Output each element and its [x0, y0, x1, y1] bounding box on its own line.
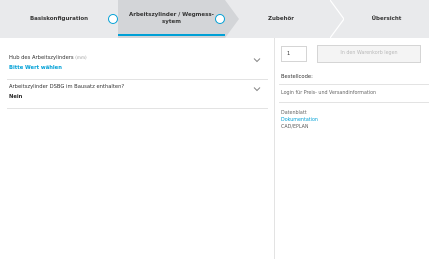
cad-eplan-link[interactable]: CAD/EPLAN — [281, 124, 318, 131]
order-code-label: Bestellcode: — [281, 74, 313, 80]
order-panel: 1 In den Warenkorb legen Bestellcode: Lo… — [274, 38, 429, 259]
step-separator-icon — [330, 0, 344, 38]
step-label: Basiskonfiguration — [29, 16, 89, 22]
config-value[interactable]: Nein — [9, 94, 22, 100]
active-step-indicator — [118, 34, 225, 36]
config-label: Arbeitszylinder DSBG im Bausatz enthalte… — [9, 84, 125, 90]
step-label: Übersicht — [371, 16, 402, 22]
step-basiskonfiguration[interactable]: Basiskonfiguration — [0, 0, 118, 38]
step-arbeitszylinder[interactable]: Arbeitszylinder / Wegmess- sytem — [118, 0, 225, 38]
config-unit: (mm) — [75, 55, 87, 60]
config-row-hub[interactable]: Hub des Arbeitszylinders (mm) Bitte Wert… — [7, 51, 268, 80]
chevron-down-icon[interactable] — [253, 85, 261, 93]
chevron-down-icon[interactable] — [253, 56, 261, 64]
documentation-link[interactable]: Dokumentation — [281, 117, 318, 124]
divider — [279, 84, 429, 85]
config-row-dsbg[interactable]: Arbeitszylinder DSBG im Bausatz enthalte… — [7, 80, 268, 109]
step-status-icon — [108, 14, 118, 24]
add-to-cart-button[interactable]: In den Warenkorb legen — [317, 45, 421, 63]
step-label: Zubehör — [268, 16, 294, 22]
configuration-panel: Hub des Arbeitszylinders (mm) Bitte Wert… — [7, 51, 268, 109]
config-value[interactable]: Bitte Wert wählen — [9, 65, 62, 71]
step-uebersicht[interactable]: Übersicht — [344, 0, 429, 38]
quantity-input[interactable]: 1 — [281, 46, 307, 62]
step-label: Arbeitszylinder / Wegmess- sytem — [129, 12, 214, 25]
login-link[interactable]: Login für Preis- und Versandinformation — [281, 91, 376, 96]
step-zubehoer[interactable]: Zubehör — [232, 0, 330, 38]
downloads-list: Datenblatt Dokumentation CAD/EPLAN — [281, 110, 318, 131]
config-label: Hub des Arbeitszylinders (mm) — [9, 55, 87, 61]
step-status-icon — [215, 14, 225, 24]
configurator-stepper: Basiskonfiguration Arbeitszylinder / Weg… — [0, 0, 429, 38]
datasheet-link[interactable]: Datenblatt — [281, 110, 318, 117]
divider — [279, 102, 429, 103]
